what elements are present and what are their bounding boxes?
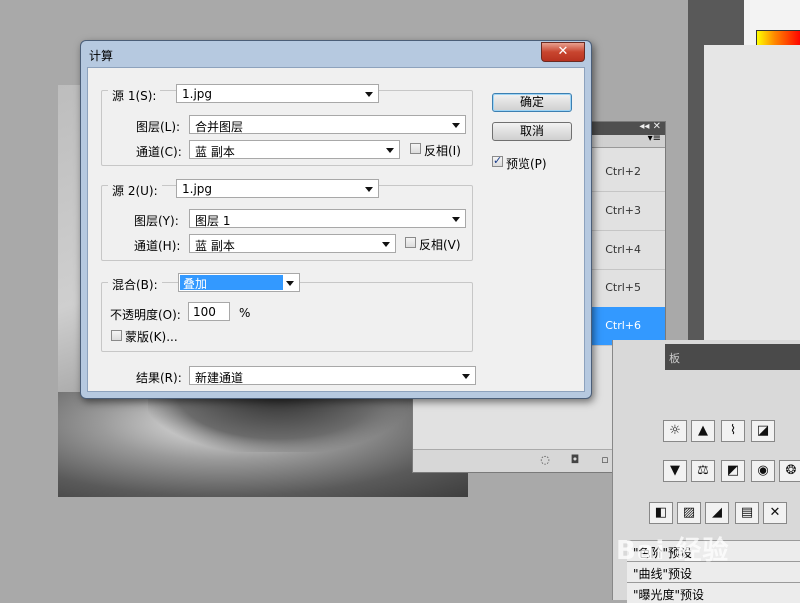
source1-layer-value: 合并图层 — [195, 120, 244, 134]
vibrance-icon[interactable]: ▼ — [663, 460, 687, 482]
panel-menu-icon[interactable]: ▾≡ — [648, 133, 661, 144]
dialog-body: 源 1(S): 1.jpg 图层(L): 合并图层 通道(C): 蓝 副本 反相… — [87, 67, 585, 392]
preset-label: "曲线"预设 — [633, 567, 693, 581]
source1-file-select[interactable]: 1.jpg — [176, 84, 379, 103]
blending-label: 混合(B): — [108, 276, 162, 293]
gradient-map-icon[interactable]: ▤ — [735, 502, 759, 524]
mask-icon[interactable]: ◘ — [569, 454, 581, 466]
source2-file-select[interactable]: 1.jpg — [176, 179, 379, 198]
invert-icon[interactable]: ◧ — [649, 502, 673, 524]
source2-layer-select[interactable]: 图层 1 — [189, 209, 466, 228]
channel-shortcut: Ctrl+5 — [605, 281, 641, 294]
mask-checkbox[interactable] — [111, 330, 122, 341]
source1-file-value: 1.jpg — [182, 87, 213, 101]
cancel-button[interactable]: 取消 — [492, 122, 572, 141]
source1-invert-label: 反相(I) — [424, 144, 461, 158]
preview-label: 预览(P) — [506, 157, 547, 171]
chevron-down-icon — [452, 217, 460, 222]
source1-layer-select[interactable]: 合并图层 — [189, 115, 466, 134]
dialog-titlebar[interactable]: 计算 ✕ — [81, 41, 591, 67]
brightness-icon[interactable]: ☼ — [663, 420, 687, 442]
photo-detail — [148, 392, 408, 452]
balance-icon[interactable]: ⚖ — [691, 460, 715, 482]
source1-channel-label: 通道(C): — [136, 145, 182, 159]
selective-color-icon[interactable]: ✕ — [763, 502, 787, 524]
source1-layer-label: 图层(L): — [136, 120, 181, 134]
result-value: 新建通道 — [195, 371, 244, 385]
result-select[interactable]: 新建通道 — [189, 366, 476, 385]
levels-icon[interactable]: ▲ — [691, 420, 715, 442]
source2-label: 源 2(U): — [108, 182, 162, 199]
source2-layer-label: 图层(Y): — [134, 214, 179, 228]
chevron-down-icon — [386, 148, 394, 153]
source1-invert-checkbox[interactable] — [410, 143, 421, 154]
mask-label: 蒙版(K)... — [125, 330, 178, 344]
document-photo — [58, 392, 468, 497]
adjustments-tab[interactable]: 板 — [669, 350, 680, 366]
chevron-down-icon — [452, 123, 460, 128]
opacity-label: 不透明度(O): — [110, 308, 181, 322]
preview-checkbox[interactable] — [492, 154, 503, 167]
result-label: 结果(R): — [136, 371, 182, 385]
calculations-dialog: 计算 ✕ 源 1(S): 1.jpg 图层(L): 合并图层 通道(C): 蓝 … — [80, 40, 592, 399]
mixer-icon[interactable]: ❂ — [779, 460, 800, 482]
curves-icon[interactable]: ⌇ — [721, 420, 745, 442]
gradient-swatch[interactable] — [756, 30, 800, 46]
chevron-down-icon — [462, 374, 470, 379]
close-button[interactable]: ✕ — [541, 42, 585, 62]
channel-shortcut: Ctrl+6 — [605, 319, 641, 332]
chevron-down-icon — [365, 187, 373, 192]
source1-label: 源 1(S): — [108, 87, 161, 104]
source1-channel-select[interactable]: 蓝 副本 — [189, 140, 400, 159]
opacity-value: 100 — [193, 305, 216, 319]
photo-filter-icon[interactable]: ◉ — [751, 460, 775, 482]
adjustments-header: 板 — [665, 344, 800, 370]
opacity-unit: % — [239, 306, 251, 320]
chevron-down-icon — [286, 281, 294, 286]
channel-shortcut: Ctrl+2 — [605, 165, 641, 178]
ok-button[interactable]: 确定 — [492, 93, 572, 112]
source2-invert-checkbox[interactable] — [405, 237, 416, 248]
source2-file-value: 1.jpg — [182, 182, 213, 196]
opacity-input[interactable]: 100 — [188, 302, 230, 321]
source2-layer-value: 图层 1 — [195, 214, 231, 228]
bw-icon[interactable]: ◩ — [721, 460, 745, 482]
blending-mode-value: 叠加 — [180, 275, 283, 291]
chevron-down-icon — [365, 92, 373, 97]
threshold-icon[interactable]: ◢ — [705, 502, 729, 524]
chevron-down-icon — [382, 242, 390, 247]
swatches-panel — [688, 0, 800, 340]
posterize-icon[interactable]: ▨ — [677, 502, 701, 524]
collapse-close-icon[interactable]: ◂◂ ✕ — [639, 121, 661, 132]
channel-shortcut: Ctrl+3 — [605, 204, 641, 217]
exposure-icon[interactable]: ◪ — [751, 420, 775, 442]
dotted-circle-icon[interactable]: ◌ — [539, 454, 551, 466]
panel-body — [704, 45, 800, 340]
preset-label: "曝光度"预设 — [633, 588, 705, 602]
blending-mode-select[interactable]: 叠加 — [178, 273, 300, 292]
watermark-logo: Bai 经验 — [616, 536, 730, 566]
channel-shortcut: Ctrl+4 — [605, 243, 641, 256]
source2-channel-label: 通道(H): — [134, 239, 181, 253]
source1-channel-value: 蓝 副本 — [195, 145, 235, 159]
source2-channel-value: 蓝 副本 — [195, 239, 235, 253]
source2-invert-label: 反相(V) — [419, 238, 461, 252]
source2-channel-select[interactable]: 蓝 副本 — [189, 234, 396, 253]
new-channel-icon[interactable]: ▫ — [599, 454, 611, 466]
dialog-title: 计算 — [89, 49, 114, 63]
